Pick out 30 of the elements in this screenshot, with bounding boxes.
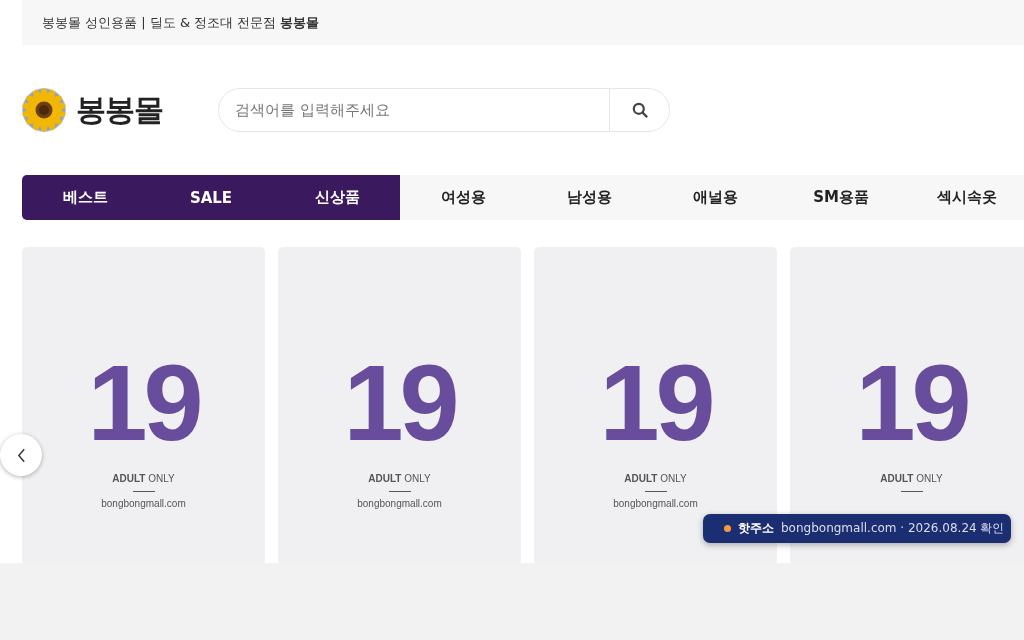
adult-notice: ADULT ONLY xyxy=(368,473,431,484)
nav-tab[interactable]: 여성용 xyxy=(400,175,526,220)
hot-address-banner[interactable]: 핫주소 bongbongmall.com · 2026.08.24 확인 xyxy=(703,514,1011,543)
age-rating: 19 xyxy=(343,355,456,451)
domain-text: bongbongmall.com xyxy=(101,498,186,509)
adult-notice: ADULT ONLY xyxy=(112,473,175,484)
domain-text: bongbongmall.com xyxy=(613,498,698,509)
product-card[interactable]: 19 ADULT ONLY bongbongmall.com xyxy=(278,247,521,565)
nav-tab[interactable]: 베스트 xyxy=(22,175,148,220)
chevron-left-icon xyxy=(16,447,26,463)
nav-tab[interactable]: SALE xyxy=(148,175,274,220)
nav-tab[interactable]: SM용품 xyxy=(778,175,904,220)
adult-notice: ADULT ONLY xyxy=(880,473,943,484)
age-rating: 19 xyxy=(599,355,712,451)
sunflower-logo-icon[interactable] xyxy=(22,88,66,132)
banner-label: 핫주소 xyxy=(738,520,774,537)
domain-text: bongbongmall.com xyxy=(357,498,442,509)
adult-notice: ADULT ONLY xyxy=(624,473,687,484)
search-icon xyxy=(631,102,648,118)
logo-text[interactable]: 봉봉몰 xyxy=(76,89,163,131)
nav-tab[interactable]: 신상품 xyxy=(274,175,400,220)
nav-tab[interactable]: 섹시속옷 xyxy=(904,175,1024,220)
status-dot-icon xyxy=(724,525,731,532)
age-rating: 19 xyxy=(855,355,968,451)
product-card[interactable]: 19 ADULT ONLY bongbongmall.com xyxy=(22,247,265,565)
nav-tab[interactable]: 남성용 xyxy=(526,175,652,220)
search-input[interactable]: 검색어를 입력해주세요 xyxy=(219,100,609,120)
age-rating: 19 xyxy=(87,355,200,451)
tagline: 봉봉몰 성인용품 | 딜도 & 정조대 전문점 봉봉몰 xyxy=(42,13,320,32)
nav-tab[interactable]: 애널용 xyxy=(652,175,778,220)
